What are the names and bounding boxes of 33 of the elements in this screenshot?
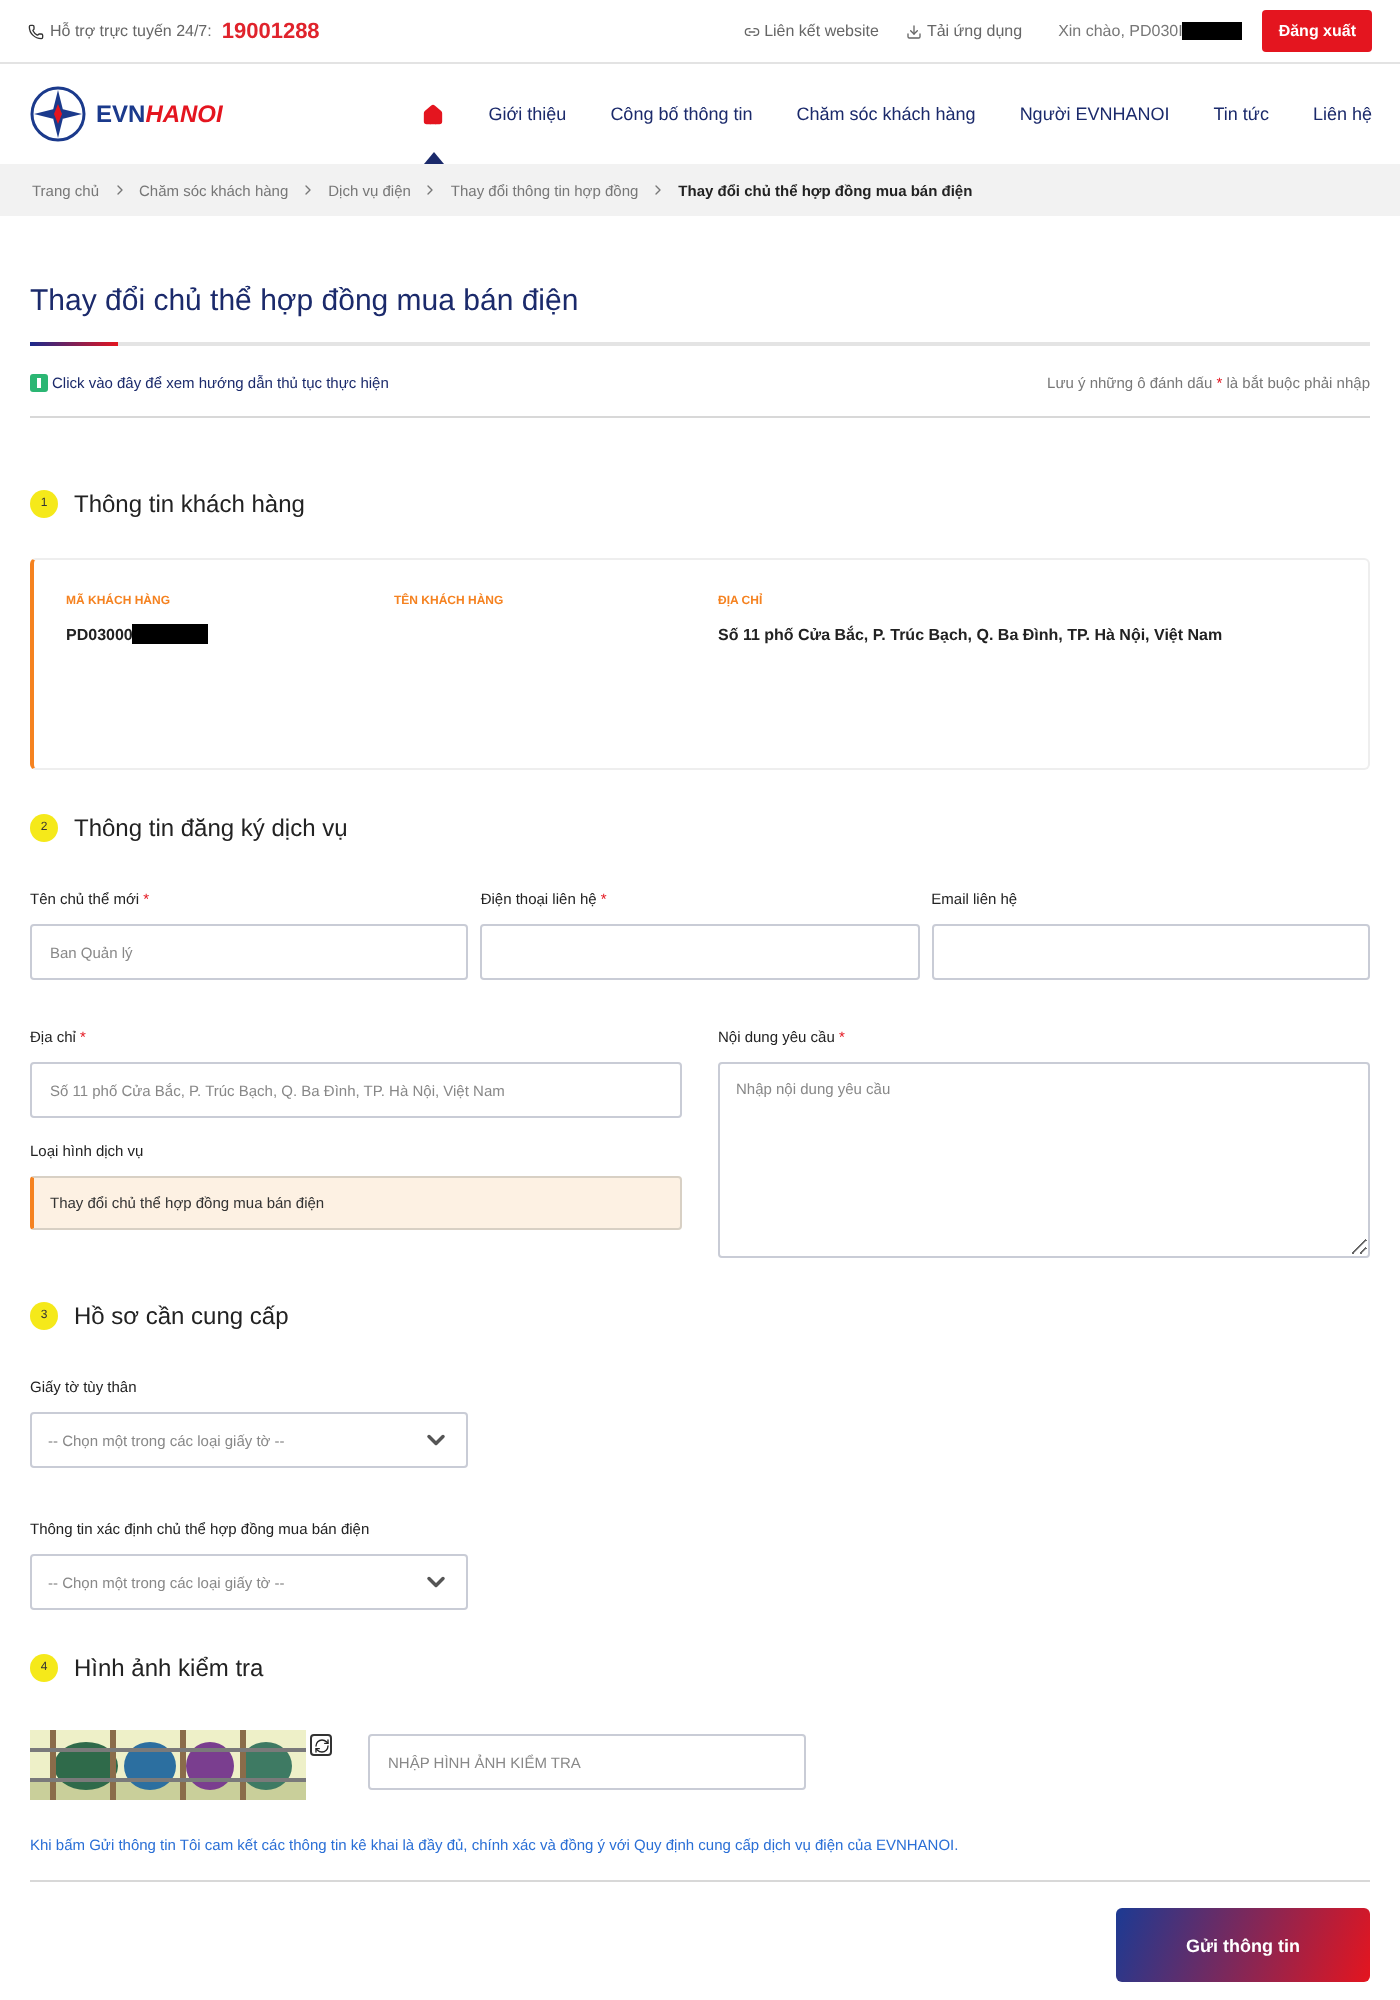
submit-button[interactable]: Gửi thông tin	[1116, 1908, 1370, 1982]
page-title: Thay đổi chủ thể hợp đồng mua bán điện	[30, 284, 581, 318]
top-link[interactable]: Liên kết website	[744, 22, 879, 40]
logout-button[interactable]: Đăng xuất	[1262, 10, 1372, 52]
section-title: Hình ảnh kiểm tra	[74, 1654, 264, 1682]
logo-text: HANOI	[145, 100, 223, 128]
nav-item[interactable]: Chăm sóc khách hàng	[796, 64, 976, 164]
section-title: Thông tin đăng ký dịch vụ	[74, 814, 348, 842]
link-icon	[744, 23, 761, 39]
phone-icon	[28, 23, 44, 39]
logo-text: EVN	[96, 100, 146, 128]
download-icon	[906, 23, 923, 39]
info-value: PD03000	[66, 624, 394, 644]
input-field[interactable]	[480, 924, 920, 980]
info-value: Số 11 phố Cửa Bắc, P. Trúc Bạch, Q. Ba Đình, TP. Hà Nội, Việt Nam	[718, 624, 1225, 644]
title-accent	[30, 342, 118, 346]
section-title: Hồ sơ cần cung cấp	[74, 1302, 289, 1330]
top-link[interactable]: Tải ứng dụng	[906, 22, 1023, 40]
greeting-text: Xin chào, PD030I	[1058, 22, 1183, 40]
section-title: Thông tin khách hàng	[74, 490, 305, 518]
nav-item[interactable]: Người EVNHANOI	[1019, 64, 1170, 164]
nav-item[interactable]: Tin tức	[1213, 64, 1269, 164]
nav-item[interactable]: Công bố thông tin	[610, 64, 753, 164]
nav-item[interactable]: Giới thiệu	[488, 64, 567, 164]
hotline-label: Hỗ trợ trực tuyến 24/7:	[50, 22, 212, 40]
hotline-number: 19001288	[221, 19, 320, 43]
logo-icon	[28, 84, 88, 144]
input-field[interactable]	[931, 924, 1370, 980]
refresh-button[interactable]	[310, 1734, 332, 1756]
redaction-bar	[1182, 22, 1243, 40]
nav-item[interactable]: Liên hệ	[1312, 64, 1372, 164]
home-icon	[422, 103, 445, 125]
guide-icon	[30, 374, 48, 392]
